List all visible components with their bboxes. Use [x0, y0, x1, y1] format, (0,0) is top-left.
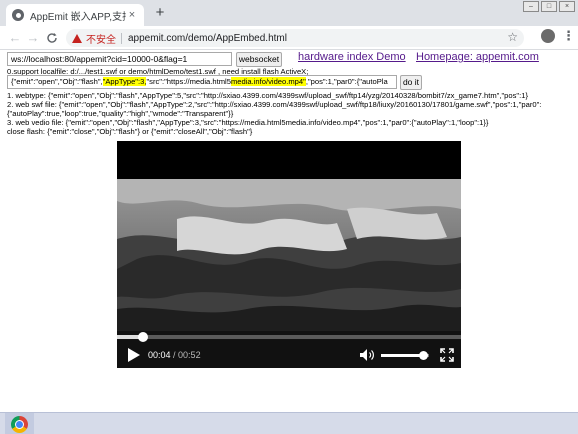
time-display: 00:04 / 00:52: [148, 350, 201, 360]
forward-button[interactable]: →: [25, 30, 41, 46]
reload-icon: [47, 33, 57, 43]
globe-icon: [12, 9, 24, 21]
hardware-demo-link[interactable]: hardware index Demo: [298, 51, 406, 63]
command-part: "src":"https://media.html5: [146, 77, 231, 86]
command-highlight: media.info/video.mp4": [230, 77, 306, 86]
homepage-link[interactable]: Homepage: appemit.com: [416, 51, 539, 63]
back-button[interactable]: ←: [7, 30, 23, 46]
browser-menu-icon[interactable]: ⋮: [562, 28, 575, 44]
address-bar[interactable]: 不安全 appemit.com/demo/AppEmbed.html ☆: [66, 29, 524, 47]
duration: 00:52: [178, 350, 201, 360]
websocket-url-input[interactable]: ws://localhost:80/appemit?cid=10000-0&fl…: [7, 52, 232, 66]
reload-button[interactable]: [44, 30, 60, 46]
new-tab-button[interactable]: +: [152, 5, 168, 21]
maximize-button[interactable]: □: [541, 1, 557, 12]
chrome-icon[interactable]: [11, 416, 28, 433]
command-highlight: "AppType":3,: [102, 77, 147, 86]
progress-bar[interactable]: [117, 332, 461, 342]
tab-title: AppEmit 嵌入APP,支持播放flash: [30, 11, 126, 23]
browser-toolbar: ← → 不安全 appemit.com/demo/AppEmbed.html ☆: [0, 26, 578, 50]
bookmark-star-icon[interactable]: ☆: [507, 30, 518, 44]
close-window-button[interactable]: ×: [559, 1, 575, 12]
volume-icon[interactable]: [360, 349, 376, 361]
time-separator: /: [170, 350, 179, 360]
video-player[interactable]: 00:04 / 00:52: [117, 141, 461, 368]
url-text[interactable]: appemit.com/demo/AppEmbed.html: [128, 33, 287, 44]
browser-tab[interactable]: AppEmit 嵌入APP,支持播放flash ×: [6, 4, 144, 26]
extension-icon[interactable]: [541, 29, 555, 43]
security-indicator[interactable]: 不安全: [86, 31, 116, 46]
command-part: {"emit":"open","Obj":"flash",: [11, 77, 103, 86]
volume-fill: [381, 354, 424, 357]
command-part: ,"pos":1,"par0":{"autoPla: [305, 77, 388, 86]
warning-icon: [72, 33, 82, 43]
minimize-button[interactable]: –: [523, 1, 539, 12]
example-webtype: 1. webtype: {"emit":"open","Obj":"flash"…: [7, 91, 528, 100]
websocket-button[interactable]: websocket: [236, 52, 282, 67]
play-icon[interactable]: [128, 348, 140, 362]
page-content: ws://localhost:80/appemit?cid=10000-0&fl…: [0, 50, 578, 412]
current-time: 00:04: [148, 350, 171, 360]
video-controls: 00:04 / 00:52: [117, 331, 461, 368]
video-image: [117, 179, 461, 331]
command-input[interactable]: {"emit":"open","Obj":"flash","AppType":3…: [7, 75, 397, 89]
video-frame[interactable]: [117, 179, 461, 331]
example-swf-line-1: 2. web swf file: {"emit":"open","Obj":"f…: [7, 100, 542, 109]
fullscreen-icon[interactable]: [440, 348, 454, 362]
volume-slider[interactable]: [381, 351, 429, 360]
close-tab-icon[interactable]: ×: [126, 9, 138, 21]
example-swf-line-2: {"autoPlay":true,"loop":true,"quality":"…: [7, 109, 234, 118]
do-it-button[interactable]: do it: [400, 75, 422, 90]
example-video: 3. web vedio file: {"emit":"open","Obj":…: [7, 118, 489, 127]
progress-thumb[interactable]: [138, 332, 149, 342]
tab-strip: AppEmit 嵌入APP,支持播放flash × + – □ ×: [0, 0, 578, 26]
os-taskbar: [0, 412, 578, 434]
volume-thumb[interactable]: [419, 351, 429, 360]
omnibox-divider: [121, 32, 122, 44]
example-close: close flash: {"emit":"close","Obj":"flas…: [7, 127, 253, 136]
